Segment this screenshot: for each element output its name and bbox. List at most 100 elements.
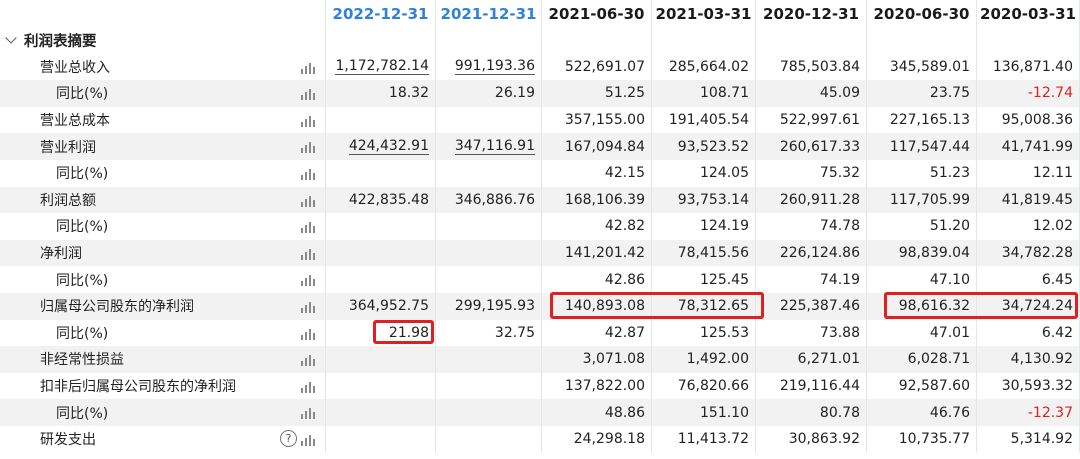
value-cell: 347,116.91 [436,133,542,160]
column-header-2020-03-31[interactable]: 2020-03-31 [977,0,1080,27]
value-cell [326,346,436,373]
bar-chart-icon[interactable] [301,407,315,420]
bar-chart-icon[interactable] [301,88,315,101]
cell-value: 74.19 [819,271,860,288]
cell-value: 78,415.56 [677,245,749,262]
column-header-2021-06-30[interactable]: 2021-06-30 [542,0,652,27]
row-label-text: 扣非后归属母公司股东的净利润 [40,379,236,396]
value-cell [326,106,436,134]
cell-value: 364,952.75 [348,298,429,315]
value-cell: 6.45 [977,266,1080,293]
value-cell: 136,871.40 [977,53,1080,81]
highlight-box-yoy-2022 [373,320,434,344]
cell-value: 141,201.42 [564,245,645,262]
bar-chart-icon[interactable] [301,381,315,393]
value-cell: 95,008.36 [977,106,1080,134]
cell-value: 93,753.14 [677,191,749,208]
table-row: 营业总成本 357,155.00 191,405.54 522,997.61 227,1… [0,106,1080,134]
value-cell: 1,172,782.14 [326,53,436,81]
value-cell: 26.19 [436,80,542,107]
row-label-text: 同比(%) [56,272,109,289]
value-cell: 41,819.45 [977,186,1080,214]
cell-value: 991,193.36 [454,58,535,76]
cell-value: 285,664.02 [668,58,749,75]
cell-value: -12.37 [1027,404,1073,421]
row-label: 同比(%) [0,159,326,187]
bar-chart-icon[interactable] [301,141,315,154]
row-label: 净利润 [0,239,326,267]
cell-value: 34,782.28 [1001,245,1073,262]
value-cell [436,372,542,400]
section-label[interactable]: 利润表摘要 [0,27,326,54]
cell-value: 92,587.60 [898,378,970,395]
row-label: 扣非后归属母公司股东的净利润 [0,372,326,400]
value-cell: 124.19 [652,213,756,240]
value-cell: 124.05 [652,159,756,187]
help-icon[interactable]: ? [280,429,297,447]
value-cell: 30,863.92 [756,425,867,453]
cell-value: 6.42 [1041,324,1073,341]
value-cell: 12.02 [977,213,1080,240]
header-label-cell [0,0,326,27]
column-header-2022-12-31[interactable]: 2022-12-31 [326,0,436,27]
table-row: 同比(%) 42.15 124.05 75.32 51.23 12.11 [0,159,1080,187]
cell-value: 260,617.33 [779,138,860,155]
value-cell: 991,193.36 [436,53,542,81]
highlight-box-2020-values [884,292,1078,319]
value-cell: 12.11 [977,159,1080,187]
cell-value: 26.19 [494,85,535,102]
value-cell: 42.15 [542,159,652,187]
bar-chart-icon[interactable] [301,168,315,180]
column-header-2021-12-31[interactable]: 2021-12-31 [436,0,542,27]
cell-value: 73.88 [819,324,860,341]
chevron-down-icon[interactable] [5,32,17,44]
empty-cell [436,27,542,54]
cell-value: 6,271.01 [797,351,860,368]
value-cell: 108.71 [652,80,756,107]
bar-chart-icon[interactable] [301,434,315,446]
income-statement-table: 2022-12-31 2021-12-31 2021-06-30 2021-03-31… [0,0,1080,453]
value-cell: 24,298.18 [542,425,652,453]
value-cell: 785,503.84 [756,53,867,81]
empty-cell [542,27,652,54]
value-cell: 191,405.54 [652,106,756,134]
cell-value: 219,116.44 [779,378,860,395]
cell-value: 75.32 [819,165,860,182]
column-header-2021-03-31[interactable]: 2021-03-31 [652,0,756,27]
row-label: 同比(%) [0,319,326,347]
value-cell [326,213,436,240]
bar-chart-icon[interactable] [301,248,315,260]
section-row[interactable]: 利润表摘要 [0,27,1080,54]
cell-value: 522,691.07 [564,58,645,75]
bar-chart-icon[interactable] [301,328,315,340]
bar-chart-icon[interactable] [301,354,315,367]
value-cell: 285,664.02 [652,53,756,81]
bar-chart-icon[interactable] [301,115,315,127]
cell-value: 168,106.39 [564,191,645,208]
table-row: 扣非后归属母公司股东的净利润 137,822.00 76,820.66 219,116… [0,372,1080,400]
row-label-text: 同比(%) [56,166,109,183]
row-label: 同比(%) [0,213,326,240]
bar-chart-icon[interactable] [301,62,315,74]
column-header-2020-12-31[interactable]: 2020-12-31 [756,0,867,27]
cell-value: 30,593.32 [1001,378,1073,395]
bar-chart-icon[interactable] [301,195,315,207]
row-label: 同比(%) [0,80,326,107]
cell-value: 357,155.00 [564,112,645,129]
row-label-text: 归属母公司股东的净利润 [40,299,194,316]
column-header-2020-06-30[interactable]: 2020-06-30 [867,0,977,27]
value-cell: 260,617.33 [756,133,867,160]
bar-chart-icon[interactable] [301,274,315,287]
table-row: 营业总收入 1,172,782.14 991,193.36 522,691.07 285… [0,53,1080,81]
value-cell: 46.76 [867,399,977,426]
cell-value: 42.87 [604,324,645,341]
value-cell: 141,201.42 [542,239,652,267]
row-label-text: 营业总收入 [40,59,110,76]
bar-chart-icon[interactable] [301,221,315,234]
cell-value: 3,071.08 [582,351,645,368]
value-cell: 125.53 [652,319,756,347]
cell-value: 42.82 [604,218,645,235]
value-cell [326,159,436,187]
table-row: 同比(%) 48.86 151.10 80.78 46.76 -12.37 [0,399,1080,426]
bar-chart-icon[interactable] [301,301,315,313]
